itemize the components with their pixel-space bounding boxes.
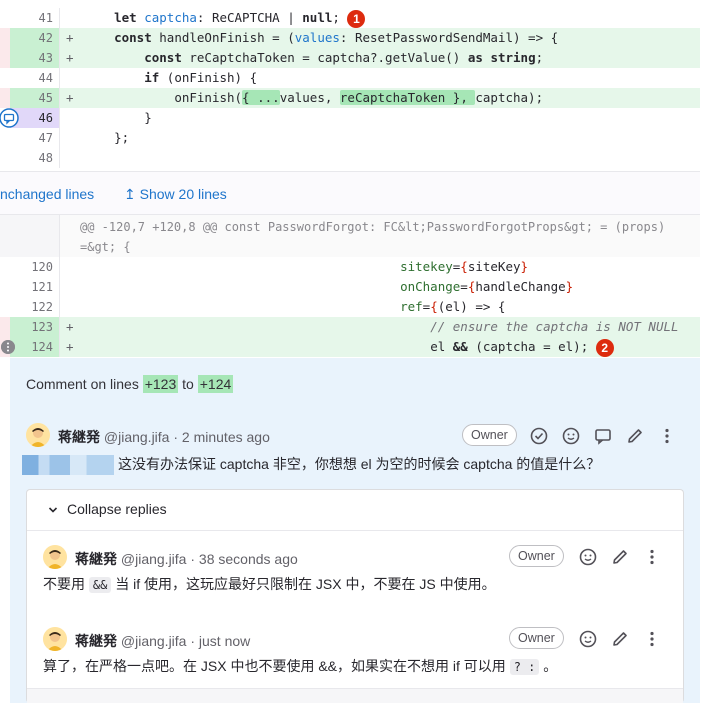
diff-line: 120 sitekey={siteKey} — [0, 257, 700, 277]
plus-sign: + — [66, 339, 74, 354]
diff-line: 48 — [0, 148, 700, 168]
line-number[interactable]: 43 — [10, 48, 60, 68]
author-name[interactable]: 蒋継発 — [75, 551, 117, 567]
line-number[interactable]: 41 — [10, 8, 60, 28]
code-text: const handleOnFinish = (values: ResetPas… — [114, 30, 559, 45]
line-number[interactable]: 42 — [10, 28, 60, 48]
plus-sign: + — [66, 30, 74, 45]
diff-line-added: 123 + // ensure the captcha is NOT NULL — [0, 317, 700, 337]
diff-line: 122 ref={(el) => { — [0, 297, 700, 317]
discussion-thread: Comment on lines +123 to +124 蒋継発 @jiang… — [10, 358, 700, 703]
owner-badge: Owner — [462, 424, 517, 446]
plus-sign: + — [66, 319, 74, 334]
note-body: 不要用 && 当 if 使用，这玩应最好只限制在 JSX 中，不要在 JS 中使… — [43, 576, 496, 593]
line-number[interactable]: 121 — [10, 277, 60, 297]
replies-container: Collapse replies 蒋継発 @jiang.jifa · 38 se… — [26, 489, 684, 703]
emoji-reaction-icon[interactable] — [579, 548, 597, 566]
chevron-down-icon — [48, 507, 58, 513]
line-number[interactable]: 45 — [10, 88, 60, 108]
code-text: sitekey={siteKey} — [400, 259, 529, 274]
resolve-thread-icon[interactable] — [530, 427, 548, 445]
diff-line-added: 45 + onFinish({ ...values, reCaptchaToke… — [0, 88, 700, 108]
annotation-marker: 1 — [347, 9, 366, 28]
code-text: onFinish({ ...values, reCaptchaToken }, … — [174, 90, 544, 105]
edit-pencil-icon[interactable] — [626, 427, 644, 445]
diff-line-added: 124 + el && (captcha = el); 2 — [0, 337, 700, 357]
more-actions-icon[interactable] — [643, 548, 661, 566]
code-text: // ensure the captcha is NOT NULL — [430, 319, 679, 334]
emoji-reaction-icon[interactable] — [579, 630, 597, 648]
edit-pencil-icon[interactable] — [611, 630, 629, 648]
code-text: onChange={handleChange} — [400, 279, 574, 294]
diff-line-selected: 46 } — [0, 108, 700, 128]
author-name[interactable]: 蒋継発 — [75, 633, 117, 649]
diff-line: 121 onChange={handleChange} — [0, 277, 700, 297]
redacted-mention — [22, 455, 114, 476]
note-meta: @jiang.jifa · 2 minutes ago — [103, 429, 270, 445]
expand-up-icon: ↥ — [124, 186, 136, 202]
avatar[interactable] — [43, 627, 67, 651]
edit-pencil-icon[interactable] — [611, 548, 629, 566]
show-lines-button[interactable]: ↥ Show 20 lines — [124, 186, 227, 203]
diff-line: 47 }; — [0, 128, 700, 148]
comment-bubble-icon[interactable] — [0, 108, 20, 128]
owner-badge: Owner — [509, 545, 564, 567]
note-meta: @jiang.jifa · 38 seconds ago — [120, 551, 298, 567]
line-number[interactable]: 47 — [10, 128, 60, 148]
annotation-marker: 2 — [595, 338, 614, 357]
main-note: 蒋継発 @jiang.jifa · 2 minutes ago Owner 这没… — [10, 358, 700, 478]
line-number[interactable]: 122 — [10, 297, 60, 317]
note-body: 这没有办法保证 captcha 非空，你想想 el 为空的时候会 captcha… — [22, 454, 600, 476]
line-number[interactable]: 48 — [10, 148, 60, 168]
plus-sign: + — [66, 50, 74, 65]
diff-line: 41 let captcha: ReCAPTCHA | null; 1 — [0, 8, 700, 28]
collapse-replies-label: Collapse replies — [67, 501, 167, 517]
unchanged-lines-link[interactable]: nchanged lines — [0, 186, 94, 202]
inline-code: && — [88, 577, 112, 593]
reply-note: 蒋継発 @jiang.jifa · 38 seconds ago Owner 不… — [27, 531, 683, 611]
expand-bar: nchanged lines ↥ Show 20 lines — [0, 171, 700, 215]
show-lines-label: Show 20 lines — [139, 186, 227, 202]
code-text: }; — [114, 130, 130, 145]
inline-code: ? : — [509, 659, 540, 675]
diff-line-added: 43 + const reCaptchaToken = captcha?.get… — [0, 48, 700, 68]
note-author: 蒋継発 @jiang.jifa · just now — [75, 631, 250, 651]
reply-icon[interactable] — [594, 427, 612, 445]
plus-sign: + — [66, 90, 74, 105]
code-text: ref={(el) => { — [400, 299, 506, 314]
expand-dots-icon[interactable] — [1, 340, 15, 354]
hunk-header: @@ -120,7 +120,8 @@ const PasswordForgot… — [0, 215, 700, 257]
code-text: } — [144, 110, 152, 125]
line-number[interactable]: 120 — [10, 257, 60, 277]
code-text: el && (captcha = el); 2 — [84, 337, 614, 357]
more-actions-icon[interactable] — [658, 427, 676, 445]
code-text: const reCaptchaToken = captcha?.getValue… — [144, 50, 544, 65]
author-name[interactable]: 蒋継発 — [58, 429, 100, 445]
line-number[interactable]: 124 — [10, 337, 60, 357]
avatar[interactable] — [26, 423, 50, 447]
note-meta: @jiang.jifa · just now — [120, 633, 251, 649]
code-text: let captcha: ReCAPTCHA | null; 1 — [84, 8, 366, 28]
code-text: if (onFinish) { — [144, 70, 258, 85]
collapse-replies-button[interactable]: Collapse replies — [47, 501, 167, 517]
reply-composer-area[interactable] — [27, 688, 683, 703]
line-number[interactable]: 123 — [10, 317, 60, 337]
note-body: 算了，在严格一点吧。在 JSX 中也不要使用 &&，如果实在不想用 if 可以用… — [43, 658, 558, 675]
diff-line: 44 if (onFinish) { — [0, 68, 700, 88]
hunk-header-text: @@ -120,7 +120,8 @@ const PasswordForgot… — [80, 220, 666, 254]
reply-note: 蒋継発 @jiang.jifa · just now Owner 算了，在严格一… — [27, 613, 683, 688]
avatar[interactable] — [43, 545, 67, 569]
line-number[interactable]: 44 — [10, 68, 60, 88]
diff-line-added: 42 + const handleOnFinish = (values: Res… — [0, 28, 700, 48]
owner-badge: Owner — [509, 627, 564, 649]
note-author: 蒋継発 @jiang.jifa · 2 minutes ago — [58, 427, 270, 447]
emoji-reaction-icon[interactable] — [562, 427, 580, 445]
note-author: 蒋継発 @jiang.jifa · 38 seconds ago — [75, 549, 298, 569]
more-actions-icon[interactable] — [643, 630, 661, 648]
